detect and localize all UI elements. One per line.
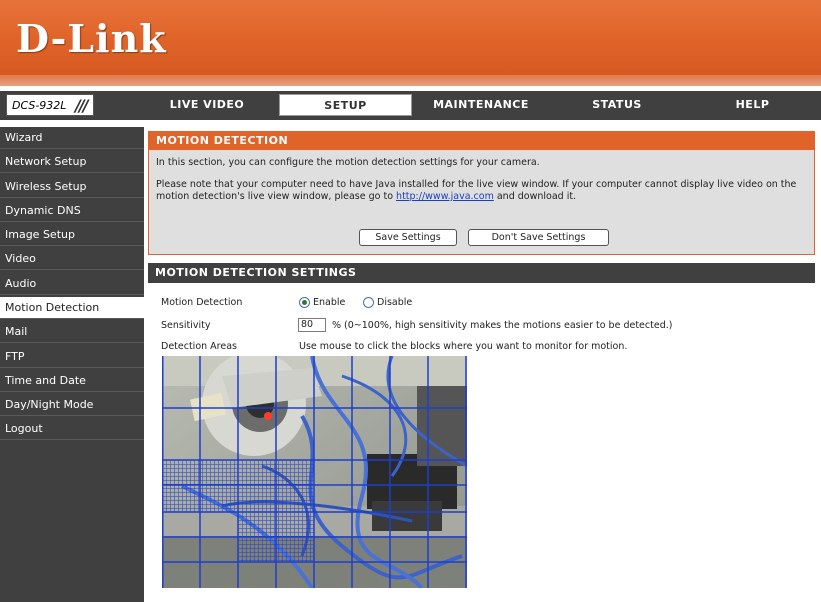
sidebar-item-wizard[interactable]: Wizard: [0, 127, 144, 149]
sidebar-item-mail[interactable]: Mail: [0, 321, 144, 343]
d-link-logo: D-Link: [16, 16, 167, 61]
java-link[interactable]: http://www.java.com: [396, 191, 494, 202]
tab-setup[interactable]: SETUP: [279, 94, 412, 116]
sidebar-item-time-and-date[interactable]: Time and Date: [0, 370, 144, 392]
sidebar-item-image-setup[interactable]: Image Setup: [0, 224, 144, 246]
sidebar-item-audio[interactable]: Audio: [0, 273, 144, 295]
sidebar-item-motion-detection[interactable]: Motion Detection: [0, 297, 144, 319]
sensitivity-label: Sensitivity: [161, 320, 211, 331]
sidebar-item-logout[interactable]: Logout: [0, 418, 144, 440]
sensitivity-input[interactable]: 80: [298, 318, 326, 332]
intro-p2-text-after: and download it.: [493, 191, 577, 202]
model-name: DCS-932L: [12, 99, 67, 112]
sidebar-item-dynamic-dns[interactable]: Dynamic DNS: [0, 200, 144, 222]
model-badge: DCS-932L ///: [6, 94, 94, 116]
sidebar-item-ftp[interactable]: FTP: [0, 346, 144, 368]
motion-detection-label: Motion Detection: [161, 297, 243, 308]
sidebar-item-network-setup[interactable]: Network Setup: [0, 151, 144, 173]
header-stripe: [0, 75, 821, 86]
tab-maintenance[interactable]: MAINTENANCE: [418, 94, 544, 116]
detection-areas-label: Detection Areas: [161, 341, 237, 352]
tab-status[interactable]: STATUS: [552, 94, 682, 116]
camera-frame[interactable]: [162, 356, 467, 588]
motion-detection-intro-panel: MOTION DETECTION In this section, you ca…: [148, 131, 815, 255]
intro-paragraph-1: In this section, you can configure the m…: [156, 157, 540, 168]
sidebar-item-wireless-setup[interactable]: Wireless Setup: [0, 176, 144, 198]
dont-save-settings-button[interactable]: Don't Save Settings: [468, 229, 609, 246]
settings-section-title: MOTION DETECTION SETTINGS: [148, 263, 815, 283]
top-nav-bar: DCS-932L /// LIVE VIDEO SETUP MAINTENANC…: [0, 91, 821, 120]
enable-radio-label: Enable: [313, 297, 346, 308]
detection-areas-hint: Use mouse to click the blocks where you …: [299, 341, 628, 352]
sensitivity-hint: % (0~100%, high sensitivity makes the mo…: [332, 320, 673, 331]
sidebar-item-day-night-mode[interactable]: Day/Night Mode: [0, 394, 144, 416]
disable-radio[interactable]: [363, 297, 374, 308]
tab-live-video[interactable]: LIVE VIDEO: [146, 94, 268, 116]
model-slash-icon: ///: [75, 96, 88, 115]
sidebar-item-video[interactable]: Video: [0, 248, 144, 270]
sidebar: Wizard Network Setup Wireless Setup Dyna…: [0, 127, 144, 602]
intro-title: MOTION DETECTION: [149, 132, 814, 150]
enable-radio[interactable]: [299, 297, 310, 308]
motion-detection-live-view[interactable]: [162, 356, 467, 588]
disable-radio-label: Disable: [377, 297, 413, 308]
header-banner: D-Link: [0, 0, 821, 86]
intro-paragraph-2: Please note that your computer need to h…: [156, 179, 808, 203]
save-settings-button[interactable]: Save Settings: [359, 229, 457, 246]
tab-help[interactable]: HELP: [690, 94, 815, 116]
